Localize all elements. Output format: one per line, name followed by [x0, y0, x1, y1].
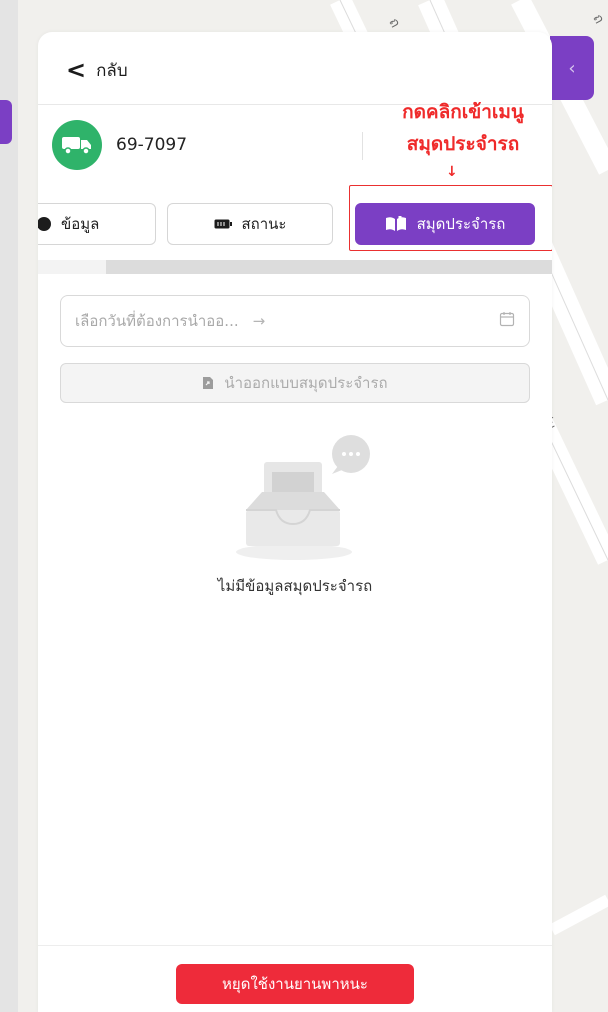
vehicle-plate: 69-7097: [116, 135, 188, 155]
chevron-left-icon: <: [66, 56, 87, 84]
battery-icon: [214, 219, 232, 229]
tab-info[interactable]: ข้อมูล: [38, 203, 156, 245]
stop-vehicle-button[interactable]: หยุดใช้งานยานพาหนะ: [176, 964, 414, 1004]
export-button-label: นำออกแบบสมุดประจำรถ: [224, 374, 388, 392]
vehicle-side-panel: < กลับ 69-7097 กดคลิกเข้าเมนู สมุดประจำร…: [38, 32, 552, 1012]
divider: [362, 132, 363, 160]
annotation-highlight-box: [349, 185, 552, 251]
tab-status[interactable]: สถานะ: [167, 203, 333, 245]
tab-info-label: ข้อมูล: [61, 215, 100, 233]
tab-status-label: สถานะ: [241, 215, 287, 233]
panel-collapse-button[interactable]: ‹: [550, 36, 594, 100]
footer-divider: [38, 945, 552, 946]
info-icon: [38, 217, 51, 231]
arrow-down-icon: ↓: [446, 164, 458, 180]
instruction-annotation: กดคลิกเข้าเมนู สมุดประจำรถ: [368, 96, 552, 160]
left-edge-tab[interactable]: [0, 100, 12, 144]
vehicle-header: 69-7097: [52, 120, 187, 170]
file-export-icon: [203, 377, 214, 389]
export-logbook-button[interactable]: นำออกแบบสมุดประจำรถ: [60, 363, 530, 403]
empty-state-text: ไม่มีข้อมูลสมุดประจำรถ: [217, 577, 373, 595]
truck-icon: [52, 120, 102, 170]
arrow-right-icon: →: [252, 312, 266, 330]
back-label: กลับ: [96, 60, 128, 81]
annotation-line-1: กดคลิกเข้าเมนู: [402, 101, 524, 123]
annotation-line-2: สมุดประจำรถ: [406, 133, 520, 155]
scroll-indicator: [106, 260, 552, 274]
calendar-icon: [499, 311, 515, 331]
date-range-picker[interactable]: เลือกวันที่ต้องการนำออ... →: [60, 295, 530, 347]
chevron-left-icon: ‹: [568, 57, 576, 79]
empty-inbox-icon: [236, 435, 370, 560]
date-picker-placeholder: เลือกวันที่ต้องการนำออ...: [75, 312, 239, 330]
back-button[interactable]: < กลับ: [66, 54, 128, 86]
